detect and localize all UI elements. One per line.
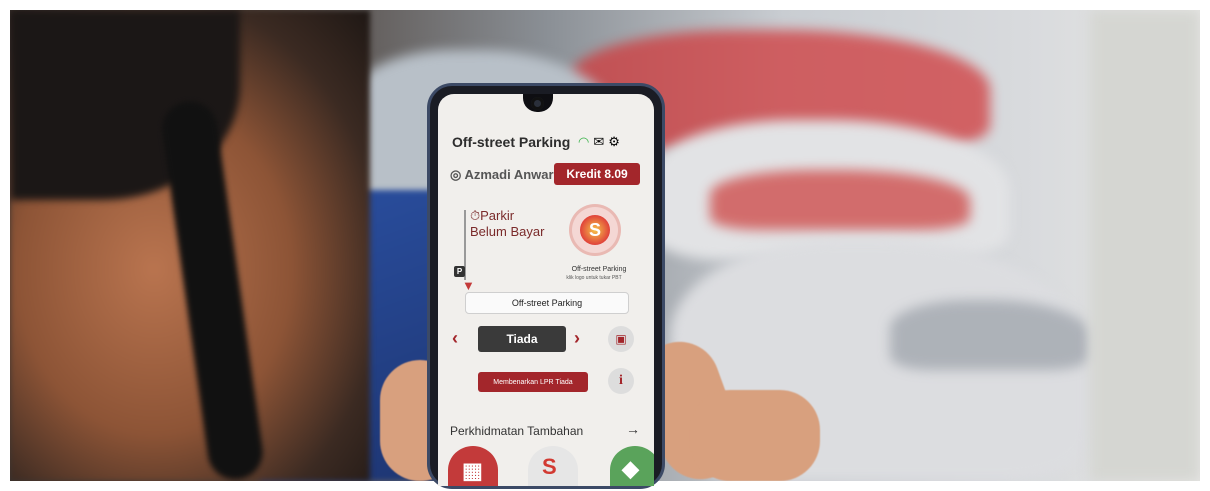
car-icon[interactable]: ▣ xyxy=(608,326,634,352)
logo-hint: klik logo untuk tukar PBT xyxy=(566,275,622,281)
user-name-text: Azmadi Anwar xyxy=(464,167,554,182)
chevron-right-icon[interactable]: › xyxy=(574,328,580,349)
location-pin-icon: ▼ xyxy=(462,278,475,293)
pbt-logo-icon: S xyxy=(542,454,557,479)
hand-right xyxy=(690,390,820,481)
service-map[interactable]: ◆ xyxy=(610,446,654,486)
timer-icon: ⏱ xyxy=(470,208,481,223)
app-title: Off-street Parking xyxy=(452,134,571,150)
smartphone: Off-street Parking ◠ ✉ ⚙ ◎ Azmadi Anwar … xyxy=(430,86,662,486)
location-field[interactable]: Off-street Parking xyxy=(465,292,629,314)
arrow-right-icon[interactable]: → xyxy=(626,421,640,437)
vehicle-selector: ‹ Tiada › ▣ xyxy=(450,324,650,354)
background-car xyxy=(710,170,970,230)
pbt-logo-button[interactable]: S xyxy=(572,207,618,253)
parking-status-line1: Parkir xyxy=(480,208,515,223)
info-icon[interactable]: i xyxy=(608,368,634,394)
lpr-button[interactable]: Membenarkan LPR Tiada xyxy=(478,372,588,392)
calendar-car-icon: ▦ xyxy=(462,458,483,483)
pbt-logo-icon: S xyxy=(580,215,610,245)
logo-label: Off-street Parking xyxy=(571,266,627,273)
header-icons: ◠ ✉ ⚙ xyxy=(578,134,620,150)
vehicle-plate[interactable]: Tiada xyxy=(478,326,566,352)
extra-services-title: Perkhidmatan Tambahan xyxy=(450,424,584,438)
app-screen: Off-street Parking ◠ ✉ ⚙ ◎ Azmadi Anwar … xyxy=(438,94,654,486)
kredit-button[interactable]: Kredit 8.09 xyxy=(554,163,640,185)
gear-icon[interactable]: ⚙ xyxy=(608,134,620,150)
map-icon: ◆ xyxy=(622,456,639,481)
parking-status-line2: Belum Bayar xyxy=(470,224,545,239)
parking-status: ⏱Parkir Belum Bayar xyxy=(470,208,544,240)
mail-icon[interactable]: ✉ xyxy=(593,134,604,150)
chevron-left-icon[interactable]: ‹ xyxy=(452,328,458,349)
parking-icon: P xyxy=(454,266,465,277)
background-car xyxy=(890,300,1090,370)
background-car xyxy=(1090,10,1200,481)
service-pbt[interactable]: S xyxy=(528,446,578,486)
service-parking-calendar[interactable]: ▦ xyxy=(448,446,498,486)
wifi-icon: ◠ xyxy=(578,134,590,149)
user-name: ◎ Azmadi Anwar xyxy=(450,167,554,182)
